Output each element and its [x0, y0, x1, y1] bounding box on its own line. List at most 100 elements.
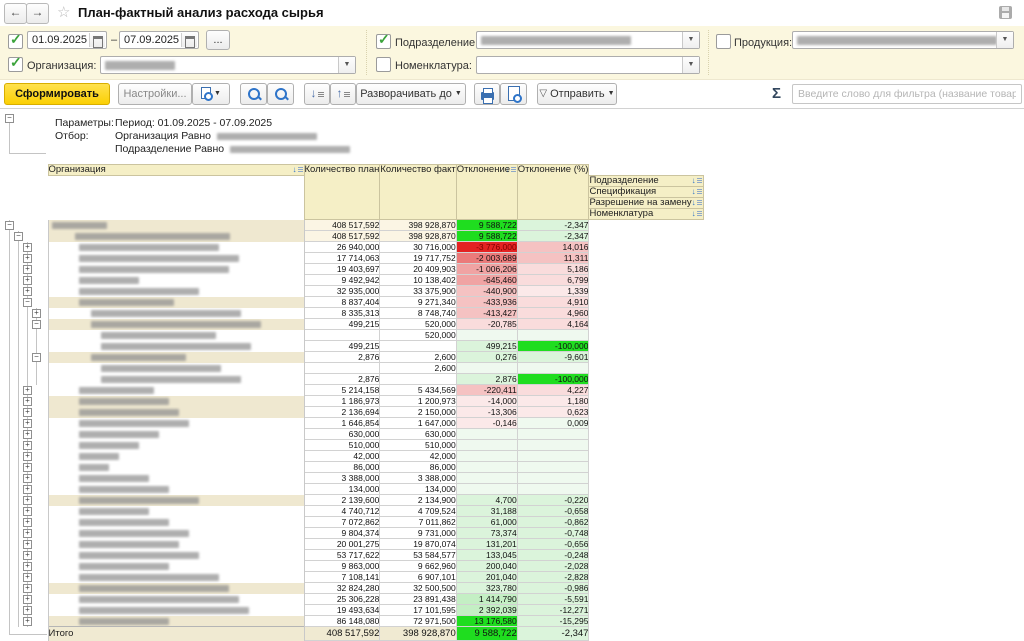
row-name-cell[interactable]: [48, 297, 304, 308]
row-name-cell[interactable]: [48, 605, 304, 616]
deviation-pct-cell[interactable]: 0,009: [517, 418, 589, 429]
fact-cell[interactable]: 19 870,074: [380, 539, 456, 550]
plan-cell[interactable]: 8 837,404: [304, 297, 380, 308]
expand-node-button[interactable]: +: [23, 529, 32, 538]
search-button[interactable]: [240, 83, 267, 105]
plan-cell[interactable]: 499,215: [304, 341, 380, 352]
expand-node-button[interactable]: +: [23, 606, 32, 615]
deviation-cell[interactable]: [456, 330, 517, 341]
table-row[interactable]: +19 493,63417 101,5952 392,039-12,271: [0, 605, 703, 616]
expand-node-button[interactable]: +: [23, 287, 32, 296]
row-name-cell[interactable]: [48, 462, 304, 473]
table-row[interactable]: +17 714,06319 717,752-2 003,68911,311: [0, 253, 703, 264]
calendar-icon[interactable]: [89, 33, 105, 47]
deviation-cell[interactable]: -13,306: [456, 407, 517, 418]
table-row[interactable]: +1 186,9731 200,973-14,0001,180: [0, 396, 703, 407]
expand-node-button[interactable]: +: [23, 518, 32, 527]
row-name-cell[interactable]: [48, 275, 304, 286]
expand-groups-button[interactable]: ↑: [330, 83, 356, 105]
expand-node-button[interactable]: +: [23, 617, 32, 626]
fact-cell[interactable]: 6 907,101: [380, 572, 456, 583]
total-row[interactable]: Итого408 517,592398 928,8709 588,722-2,3…: [0, 627, 703, 641]
collapse-node-button[interactable]: −: [32, 353, 41, 362]
row-name-cell[interactable]: [48, 561, 304, 572]
expand-node-button[interactable]: +: [23, 562, 32, 571]
fact-cell[interactable]: 7 011,862: [380, 517, 456, 528]
expand-node-button[interactable]: +: [23, 276, 32, 285]
fact-cell[interactable]: 520,000: [380, 330, 456, 341]
plan-cell[interactable]: 17 714,063: [304, 253, 380, 264]
deviation-cell[interactable]: 131,201: [456, 539, 517, 550]
deviation-cell[interactable]: [456, 363, 517, 374]
organization-checkbox[interactable]: [8, 57, 23, 72]
plan-cell[interactable]: 9 863,000: [304, 561, 380, 572]
row-name-cell[interactable]: [48, 374, 304, 385]
expand-node-button[interactable]: +: [23, 419, 32, 428]
deviation-cell[interactable]: -433,936: [456, 297, 517, 308]
fact-cell[interactable]: 8 748,740: [380, 308, 456, 319]
fact-cell[interactable]: 19 717,752: [380, 253, 456, 264]
deviation-pct-cell[interactable]: [517, 363, 589, 374]
print-preview-button[interactable]: [500, 83, 527, 105]
deviation-cell[interactable]: [456, 451, 517, 462]
fact-cell[interactable]: 5 434,569: [380, 385, 456, 396]
plan-cell[interactable]: 32 824,280: [304, 583, 380, 594]
deviation-pct-cell[interactable]: 0,623: [517, 407, 589, 418]
expand-node-button[interactable]: +: [23, 386, 32, 395]
plan-cell[interactable]: [304, 330, 380, 341]
table-row[interactable]: −2,8762,6000,276-9,601: [0, 352, 703, 363]
fact-cell[interactable]: 398 928,870: [380, 231, 456, 242]
search-next-button[interactable]: [267, 83, 294, 105]
deviation-pct-cell[interactable]: -12,271: [517, 605, 589, 616]
row-name-cell[interactable]: [48, 440, 304, 451]
expand-node-button[interactable]: +: [23, 474, 32, 483]
row-name-cell[interactable]: [48, 429, 304, 440]
deviation-cell[interactable]: 13 176,580: [456, 616, 517, 627]
expand-node-button[interactable]: +: [23, 496, 32, 505]
table-row[interactable]: +9 804,3749 731,00073,374-0,748: [0, 528, 703, 539]
table-row[interactable]: −408 517,592398 928,8709 588,722-2,347: [0, 220, 703, 231]
deviation-pct-cell[interactable]: -15,295: [517, 616, 589, 627]
deviation-pct-cell[interactable]: 4,164: [517, 319, 589, 330]
collapse-node-button[interactable]: −: [5, 221, 14, 230]
plan-cell[interactable]: 510,000: [304, 440, 380, 451]
table-row[interactable]: +32 824,28032 500,500323,780-0,986: [0, 583, 703, 594]
favorite-star-icon[interactable]: ☆: [57, 3, 70, 21]
report-group-expander[interactable]: −: [5, 114, 14, 123]
deviation-pct-cell[interactable]: [517, 451, 589, 462]
fact-cell[interactable]: 30 716,000: [380, 242, 456, 253]
row-name-cell[interactable]: [48, 539, 304, 550]
table-row[interactable]: +7 108,1416 907,101201,040-2,828: [0, 572, 703, 583]
plan-cell[interactable]: 2,876: [304, 352, 380, 363]
fact-cell[interactable]: 2,600: [380, 363, 456, 374]
deviation-pct-cell[interactable]: 4,227: [517, 385, 589, 396]
row-name-cell[interactable]: [48, 352, 304, 363]
fact-cell[interactable]: 510,000: [380, 440, 456, 451]
deviation-cell[interactable]: [456, 440, 517, 451]
table-row[interactable]: +630,000630,000: [0, 429, 703, 440]
plan-cell[interactable]: 9 492,942: [304, 275, 380, 286]
deviation-pct-cell[interactable]: 4,910: [517, 297, 589, 308]
total-deviation-pct-cell[interactable]: -2,347: [517, 627, 589, 641]
table-row[interactable]: +4 740,7124 709,52431,188-0,658: [0, 506, 703, 517]
fact-cell[interactable]: 86,000: [380, 462, 456, 473]
expand-node-button[interactable]: +: [23, 463, 32, 472]
deviation-pct-cell[interactable]: 14,016: [517, 242, 589, 253]
expand-node-button[interactable]: +: [23, 507, 32, 516]
deviation-pct-cell[interactable]: 6,799: [517, 275, 589, 286]
expand-node-button[interactable]: +: [23, 408, 32, 417]
plan-cell[interactable]: 20 001,275: [304, 539, 380, 550]
table-row[interactable]: +510,000510,000: [0, 440, 703, 451]
row-name-cell[interactable]: [48, 572, 304, 583]
row-name-cell[interactable]: [48, 473, 304, 484]
fact-cell[interactable]: [380, 341, 456, 352]
deviation-pct-cell[interactable]: -0,986: [517, 583, 589, 594]
sigma-icon[interactable]: Σ: [772, 85, 781, 102]
table-row[interactable]: +42,00042,000: [0, 451, 703, 462]
deviation-pct-cell[interactable]: [517, 484, 589, 495]
deviation-cell[interactable]: 201,040: [456, 572, 517, 583]
deviation-cell[interactable]: 2 392,039: [456, 605, 517, 616]
row-name-cell[interactable]: [48, 550, 304, 561]
forward-button[interactable]: →: [26, 3, 49, 24]
table-row[interactable]: −8 837,4049 271,340-433,9364,910: [0, 297, 703, 308]
